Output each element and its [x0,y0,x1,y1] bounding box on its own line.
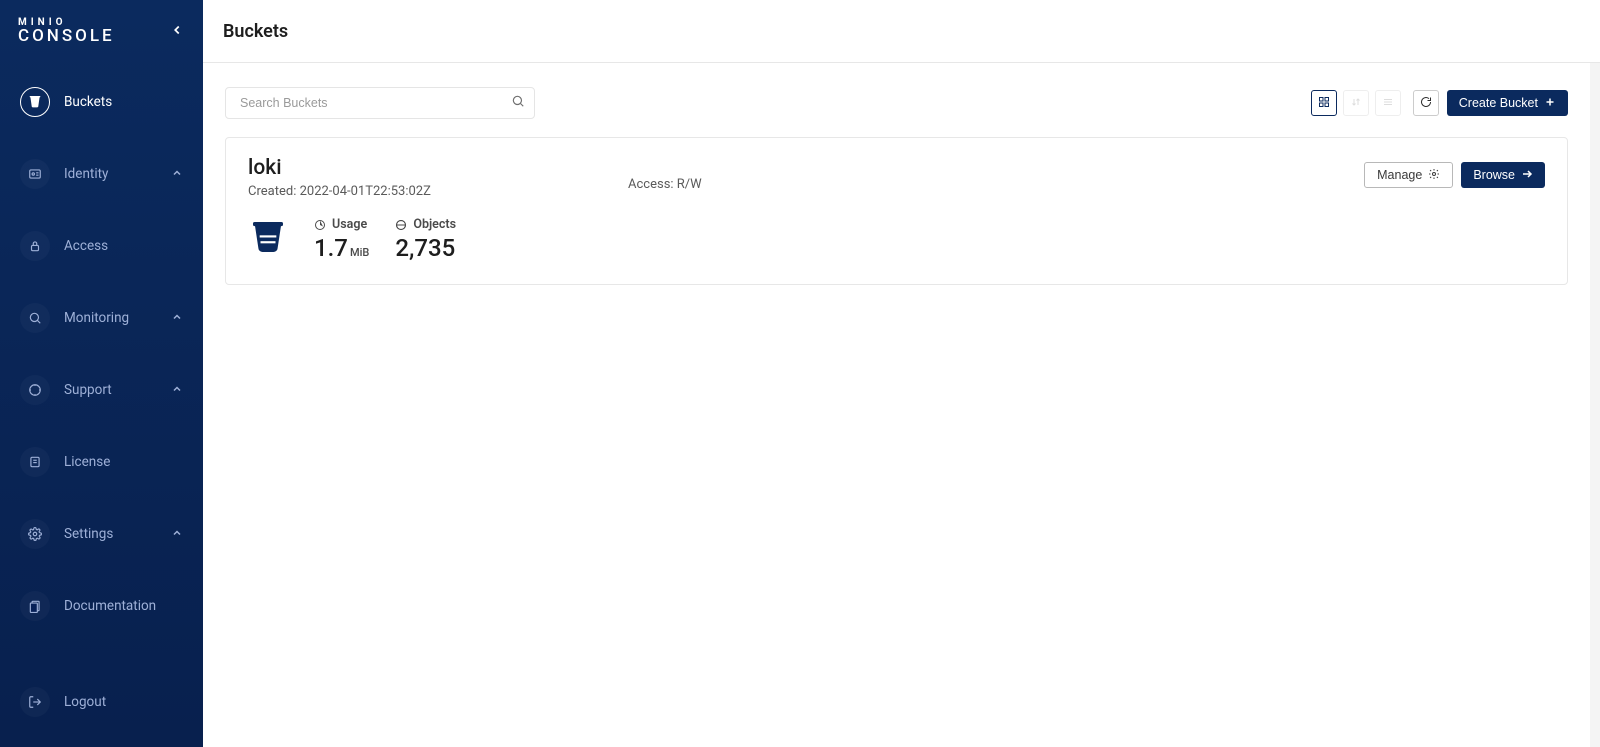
bucket-created: Created: 2022-04-01T22:53:02Z [248,184,588,199]
sidebar-item-documentation[interactable]: Documentation [8,581,195,631]
sidebar-collapse-button[interactable] [167,22,187,42]
usage-icon [314,219,326,231]
license-icon [20,447,50,477]
stat-usage-label-row: Usage [314,217,369,232]
grid-icon [1318,96,1330,111]
search-icon [511,94,525,112]
brand-bottom: CONSOLE [18,28,115,45]
sidebar-item-label: Settings [64,526,157,542]
search-input[interactable] [225,87,535,119]
page-title: Buckets [223,21,288,42]
content: Create Bucket loki Created: 2022-04-01T2… [203,63,1600,747]
refresh-button[interactable] [1413,90,1439,116]
monitoring-icon [20,303,50,333]
brand: MINIO CONSOLE [18,18,115,45]
objects-icon [395,219,407,231]
main: Buckets [203,0,1600,747]
sidebar-footer: Logout [0,677,203,747]
bucket-access-prefix: Access: [628,177,674,192]
browse-label: Browse [1473,168,1515,182]
chevron-up-icon [171,311,183,326]
bucket-actions: Manage Browse [1364,156,1545,188]
sidebar-item-label: Logout [64,694,183,710]
sidebar-item-label: Documentation [64,598,183,614]
bucket-name[interactable]: loki [248,156,588,180]
stat-objects-label-row: Objects [395,217,456,232]
create-bucket-button[interactable]: Create Bucket [1447,90,1568,116]
stat-objects: Objects 2,735 [395,217,456,262]
manage-label: Manage [1377,168,1422,182]
plus-icon [1544,96,1556,111]
sidebar-item-license[interactable]: License [8,437,195,487]
view-list-button[interactable] [1375,90,1401,116]
sidebar-item-label: Identity [64,166,157,182]
manage-button[interactable]: Manage [1364,162,1453,188]
stat-objects-label: Objects [413,217,456,232]
chevron-up-icon [171,167,183,182]
sort-icon [1350,96,1362,111]
stat-usage: Usage 1.7MiB [314,217,369,262]
toolbar: Create Bucket [225,87,1568,119]
sidebar-header: MINIO CONSOLE [0,0,203,55]
bucket-created-value: 2022-04-01T22:53:02Z [300,184,431,199]
sidebar-item-access[interactable]: Access [8,221,195,271]
sidebar-item-label: Buckets [64,94,183,110]
sidebar-item-support[interactable]: Support [8,365,195,415]
sidebar-item-label: Monitoring [64,310,157,326]
gear-icon [20,519,50,549]
sidebar-item-monitoring[interactable]: Monitoring [8,293,195,343]
logout-icon [20,687,50,717]
create-bucket-label: Create Bucket [1459,96,1538,110]
browse-button[interactable]: Browse [1461,162,1545,188]
support-icon [20,375,50,405]
stat-usage-value-row: 1.7MiB [314,234,369,262]
stat-usage-value: 1.7 [314,234,348,262]
bucket-card: loki Created: 2022-04-01T22:53:02Z Acces… [225,137,1568,285]
header: Buckets [203,0,1600,63]
sidebar-item-settings[interactable]: Settings [8,509,195,559]
sidebar-item-buckets[interactable]: Buckets [8,77,195,127]
bucket-card-header: loki Created: 2022-04-01T22:53:02Z Acces… [248,156,1545,199]
bucket-access: Access: R/W [628,163,702,192]
sidebar: MINIO CONSOLE Buckets Identity [0,0,203,747]
documentation-icon [20,591,50,621]
bucket-stats: Usage 1.7MiB Objects 2,735 [248,217,1545,262]
lock-icon [20,231,50,261]
sidebar-item-label: Support [64,382,157,398]
bucket-created-prefix: Created: [248,184,296,199]
identity-icon [20,159,50,189]
stat-objects-value: 2,735 [395,234,456,262]
search-buckets [225,87,535,119]
bucket-icon [248,217,288,257]
refresh-icon [1420,96,1432,111]
chevron-up-icon [171,527,183,542]
stat-usage-unit: MiB [350,246,369,259]
bucket-icon [20,87,50,117]
list-icon [1382,96,1394,111]
view-toggle-group [1311,90,1401,116]
sidebar-item-identity[interactable]: Identity [8,149,195,199]
bucket-access-value: R/W [677,177,702,192]
toolbar-right: Create Bucket [1311,90,1568,116]
sidebar-item-label: Access [64,238,183,254]
view-grid-button[interactable] [1311,90,1337,116]
gear-icon [1428,168,1440,183]
sidebar-item-logout[interactable]: Logout [8,677,195,727]
sidebar-nav: Buckets Identity Access Monitoring [0,55,203,677]
sidebar-item-label: License [64,454,183,470]
bucket-title-column: loki Created: 2022-04-01T22:53:02Z [248,156,588,199]
arrow-right-icon [1521,168,1533,183]
chevron-left-icon [170,22,184,41]
view-sort-button[interactable] [1343,90,1369,116]
stat-usage-label: Usage [332,217,367,232]
chevron-up-icon [171,383,183,398]
